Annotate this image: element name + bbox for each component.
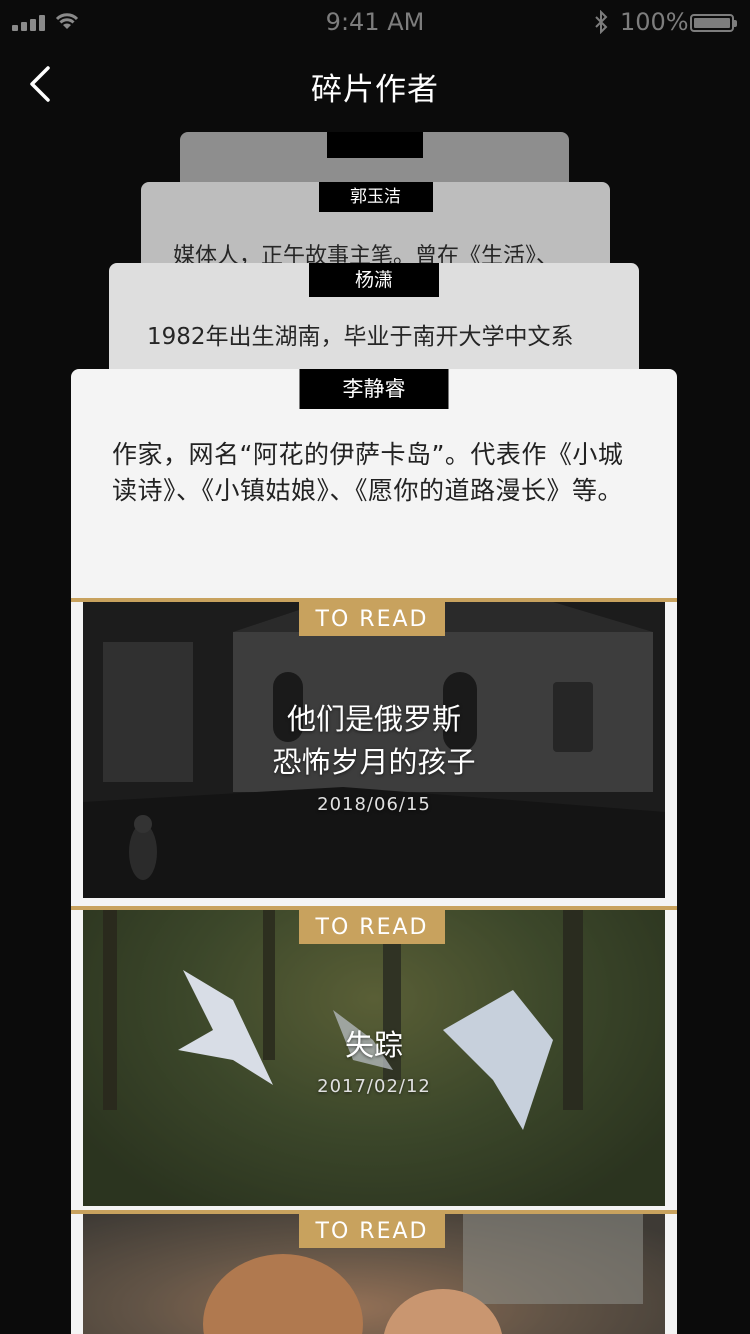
bluetooth-icon	[595, 10, 608, 34]
author-bio: 1982年出生湖南，毕业于南开大学中文系	[147, 324, 574, 350]
author-name-tag	[326, 132, 423, 158]
article-date: 2017/02/12	[317, 1076, 431, 1097]
to-read-badge: TO READ	[299, 602, 445, 636]
page-title: 碎片作者	[311, 72, 439, 108]
author-name-tag: 杨潇	[309, 263, 439, 297]
author-bio: 作家，网名“阿花的伊萨卡岛”。代表作《小城读诗》、《小镇姑娘》、《愿你的道路漫长…	[112, 440, 624, 505]
article-title: 他们是俄罗斯 恐怖岁月的孩子	[272, 702, 476, 779]
battery-percent: 100%	[620, 8, 689, 36]
article-tile[interactable]: TO READ 他们是俄罗斯 恐怖岁月的孩子 2018/06/15	[71, 598, 677, 898]
article-title: 失踪	[344, 1028, 403, 1062]
author-name-tag: 李静睿	[299, 369, 449, 409]
to-read-badge: TO READ	[299, 910, 445, 944]
to-read-badge: TO READ	[299, 1214, 445, 1248]
article-tile[interactable]: TO READ 失踪 2017/02/12	[71, 906, 677, 1206]
battery-icon	[690, 14, 737, 32]
author-card-active[interactable]: 李静睿 作家，网名“阿花的伊萨卡岛”。代表作《小城读诗》、《小镇姑娘》、《愿你的…	[71, 369, 677, 1334]
article-tile[interactable]: TO READ	[71, 1210, 677, 1334]
status-bar: 9:41 AM 100%	[0, 0, 750, 44]
author-name-tag: 郭玉洁	[318, 182, 433, 212]
article-date: 2018/06/15	[317, 794, 431, 815]
